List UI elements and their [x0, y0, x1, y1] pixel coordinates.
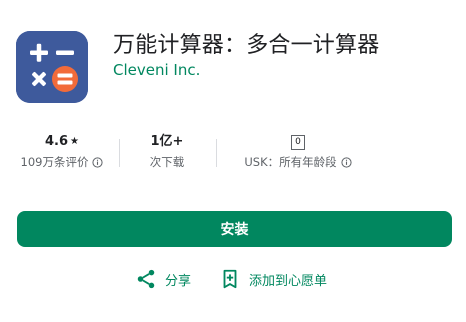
- info-icon[interactable]: [92, 156, 104, 168]
- share-label: 分享: [165, 273, 192, 289]
- developer-link[interactable]: Cleveni Inc.: [113, 61, 200, 79]
- rating-count-label: 109万条评价: [20, 155, 89, 169]
- calculator-app-icon: [16, 31, 88, 103]
- age-label-row: USK：所有年龄段: [228, 154, 368, 170]
- stats-divider: [119, 139, 120, 167]
- wishlist-label: 添加到心愿单: [249, 273, 328, 289]
- rating-value: 4.6: [45, 134, 69, 149]
- share-button[interactable]: 分享: [135, 268, 191, 290]
- rating-label-row: 109万条评价: [14, 154, 110, 170]
- wishlist-bookmark-icon: [223, 269, 237, 289]
- usk-age-badge: 0: [291, 134, 305, 150]
- downloads-label: 次下载: [149, 155, 185, 169]
- app-title: 万能计算器：多合一计算器: [113, 33, 380, 58]
- install-button[interactable]: 安装: [17, 211, 452, 247]
- app-icon: [16, 31, 88, 103]
- stats-divider: [216, 139, 217, 167]
- rating-value-row: 4.6 ★: [14, 133, 110, 151]
- star-icon: ★: [70, 136, 79, 147]
- stats-row: 4.6 ★ 109万条评价 1亿+ 次下载 0 USK：所有年龄段: [0, 133, 466, 173]
- age-rating-stat[interactable]: 0 USK：所有年龄段: [228, 133, 368, 170]
- age-badge-row: 0: [228, 133, 368, 151]
- downloads-stat: 1亿+ 次下载: [122, 133, 212, 170]
- add-to-wishlist-button[interactable]: 添加到心愿单: [219, 268, 327, 290]
- downloads-value: 1亿+: [150, 134, 184, 149]
- action-row: 分享 添加到心愿单: [0, 268, 466, 292]
- share-icon: [137, 269, 155, 289]
- age-rating-label: USK：所有年龄段: [244, 155, 337, 169]
- info-icon[interactable]: [341, 156, 352, 168]
- rating-stat[interactable]: 4.6 ★ 109万条评价: [14, 133, 110, 170]
